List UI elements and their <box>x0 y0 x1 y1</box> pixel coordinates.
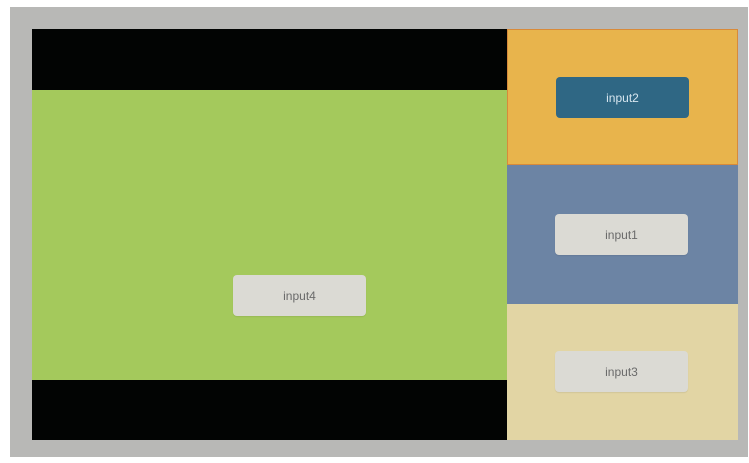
input2-button[interactable]: input2 <box>556 77 689 118</box>
side-panel-input1[interactable]: input1 <box>507 165 738 304</box>
input4-button[interactable]: input4 <box>233 275 366 316</box>
main-video-area[interactable]: input4 <box>32 90 507 380</box>
input1-button[interactable]: input1 <box>555 214 688 255</box>
side-panel-input3[interactable]: input3 <box>507 304 738 440</box>
side-panel-input2[interactable]: input2 <box>507 29 738 165</box>
input3-button[interactable]: input3 <box>555 351 688 392</box>
main-input-view[interactable]: input4 <box>32 29 507 440</box>
